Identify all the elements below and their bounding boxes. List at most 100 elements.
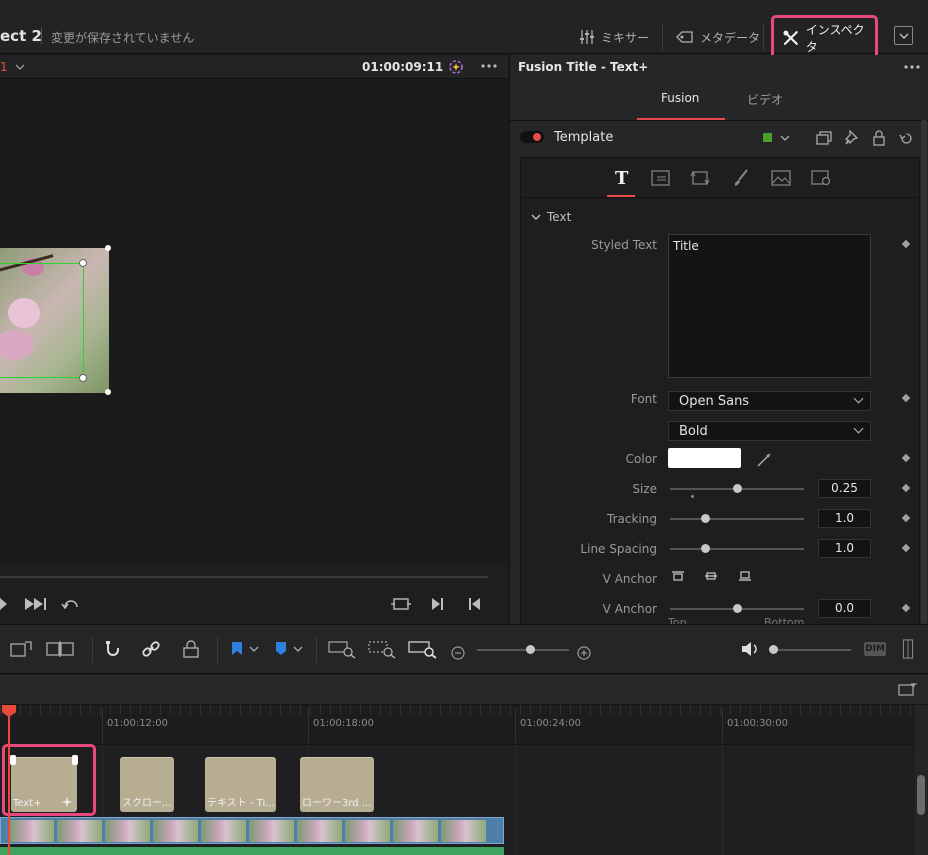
fast-forward-icon[interactable] — [25, 598, 47, 610]
copy-icon[interactable] — [816, 131, 832, 145]
clip-lower-third[interactable]: ローワー3rd ... — [300, 757, 374, 812]
video-thumbnail — [297, 820, 342, 842]
color-tag[interactable] — [763, 133, 772, 142]
image-icon[interactable] — [770, 168, 792, 188]
playhead[interactable] — [8, 705, 10, 855]
anchor-middle-icon[interactable] — [704, 570, 718, 582]
anchor-top-icon[interactable] — [671, 570, 685, 582]
more-options-icon[interactable] — [480, 63, 498, 69]
flag-icon[interactable] — [230, 639, 262, 659]
section-text-header[interactable]: Text — [531, 210, 571, 224]
more-options-icon[interactable] — [903, 64, 921, 70]
v-anchor-slider[interactable] — [670, 604, 804, 613]
marker-icon[interactable] — [274, 639, 306, 659]
audio-clip[interactable] — [0, 847, 504, 855]
timeline-scrollbar[interactable] — [917, 775, 925, 815]
corner-handle[interactable] — [105, 245, 111, 251]
color-swatch[interactable] — [668, 448, 741, 468]
zoom-custom-icon[interactable] — [408, 639, 438, 659]
keyframe-diamond[interactable] — [901, 543, 911, 553]
inspector-scrollbar[interactable] — [921, 119, 927, 624]
keyframe-diamond[interactable] — [901, 239, 911, 249]
video-thumbnail — [441, 820, 486, 842]
audio-meter-icon[interactable] — [900, 639, 916, 659]
keyframe-diamond[interactable] — [901, 603, 911, 613]
position-lock-icon[interactable] — [181, 639, 201, 659]
timeline-ruler[interactable]: 01:00:12:00 01:00:18:00 01:00:24:00 01:0… — [0, 705, 915, 745]
magic-icon[interactable] — [447, 58, 465, 76]
transform-bounding-box[interactable] — [0, 263, 84, 378]
loop-icon[interactable] — [61, 596, 81, 612]
transform-handle[interactable] — [79, 259, 87, 267]
corner-handle[interactable] — [105, 389, 111, 395]
font-style-dropdown[interactable]: Bold — [668, 421, 871, 441]
zoom-out-icon[interactable] — [451, 643, 465, 663]
zoom-slider-knob[interactable] — [526, 645, 535, 654]
text-icon[interactable]: T — [611, 168, 633, 188]
zoom-slider[interactable] — [477, 649, 569, 651]
mixer-button[interactable]: ミキサー — [579, 26, 649, 48]
brush-icon[interactable] — [730, 168, 752, 188]
zoom-detail-icon[interactable] — [368, 639, 396, 659]
clip-scroll[interactable]: スクロー... — [120, 757, 174, 812]
zoom-in-icon[interactable] — [577, 643, 591, 663]
timeline-view-icon[interactable] — [898, 683, 918, 697]
keyframe-diamond[interactable] — [901, 483, 911, 493]
play-icon[interactable] — [0, 598, 8, 610]
styled-text-input[interactable]: Title — [668, 234, 871, 378]
keyframe-diamond[interactable] — [901, 453, 911, 463]
inspector-title: Fusion Title - Text+ — [518, 60, 649, 74]
reset-icon[interactable] — [899, 131, 914, 146]
expand-button[interactable] — [894, 26, 913, 45]
previous-frame-icon[interactable] — [469, 598, 481, 610]
next-frame-icon[interactable] — [432, 598, 444, 610]
tab-fusion[interactable]: Fusion — [661, 91, 699, 105]
overwrite-icon[interactable] — [46, 639, 76, 659]
tracking-value[interactable]: 1.0 — [818, 509, 871, 528]
video-thumbnail — [153, 820, 198, 842]
link-icon[interactable] — [141, 639, 161, 659]
slider-knob[interactable] — [733, 604, 742, 613]
viewer-track-selector[interactable]: 1 — [0, 60, 25, 74]
video-thumbnail — [393, 820, 438, 842]
video-thumbnail — [105, 820, 150, 842]
slider-knob[interactable] — [701, 514, 710, 523]
clip-text-title[interactable]: テキスト - Ti... — [205, 757, 276, 812]
settings-icon[interactable] — [810, 168, 832, 188]
size-slider[interactable] — [670, 484, 804, 493]
snap-icon[interactable] — [103, 639, 123, 659]
lock-icon[interactable] — [873, 130, 885, 146]
transform-icon[interactable] — [689, 168, 711, 188]
tracking-slider[interactable] — [670, 514, 804, 523]
slip-icon[interactable] — [10, 639, 34, 659]
chevron-down-icon[interactable] — [780, 134, 790, 142]
keyframe-diamond[interactable] — [901, 393, 911, 403]
tab-video[interactable]: ビデオ — [747, 91, 783, 108]
line-spacing-slider[interactable] — [670, 544, 804, 553]
scrubber[interactable] — [0, 576, 488, 578]
slider-knob[interactable] — [733, 484, 742, 493]
match-frame-icon[interactable] — [391, 597, 411, 611]
pin-icon[interactable] — [845, 130, 859, 146]
anchor-bottom-icon[interactable] — [738, 570, 752, 582]
clip-label: スクロー... — [122, 798, 172, 809]
viewer-canvas[interactable] — [0, 80, 508, 564]
size-value[interactable]: 0.25 — [818, 479, 871, 498]
eyedropper-icon[interactable] — [756, 452, 772, 468]
line-spacing-value[interactable]: 1.0 — [818, 539, 871, 558]
transform-handle[interactable] — [79, 374, 87, 382]
layout-icon[interactable] — [649, 168, 671, 188]
keyframe-diamond[interactable] — [901, 513, 911, 523]
volume-slider-knob[interactable] — [769, 645, 778, 654]
volume-slider[interactable] — [775, 649, 851, 651]
template-toggle[interactable] — [520, 131, 544, 143]
volume-icon[interactable] — [740, 639, 760, 659]
metadata-button[interactable]: メタデータ — [676, 26, 760, 48]
v-anchor-value[interactable]: 0.0 — [818, 599, 871, 618]
video-clip[interactable] — [0, 817, 504, 844]
font-dropdown[interactable]: Open Sans — [668, 391, 871, 411]
selected-clip-highlight — [2, 744, 96, 816]
dim-button[interactable]: DIM — [864, 642, 886, 656]
zoom-full-icon[interactable] — [328, 639, 356, 659]
slider-knob[interactable] — [701, 544, 710, 553]
